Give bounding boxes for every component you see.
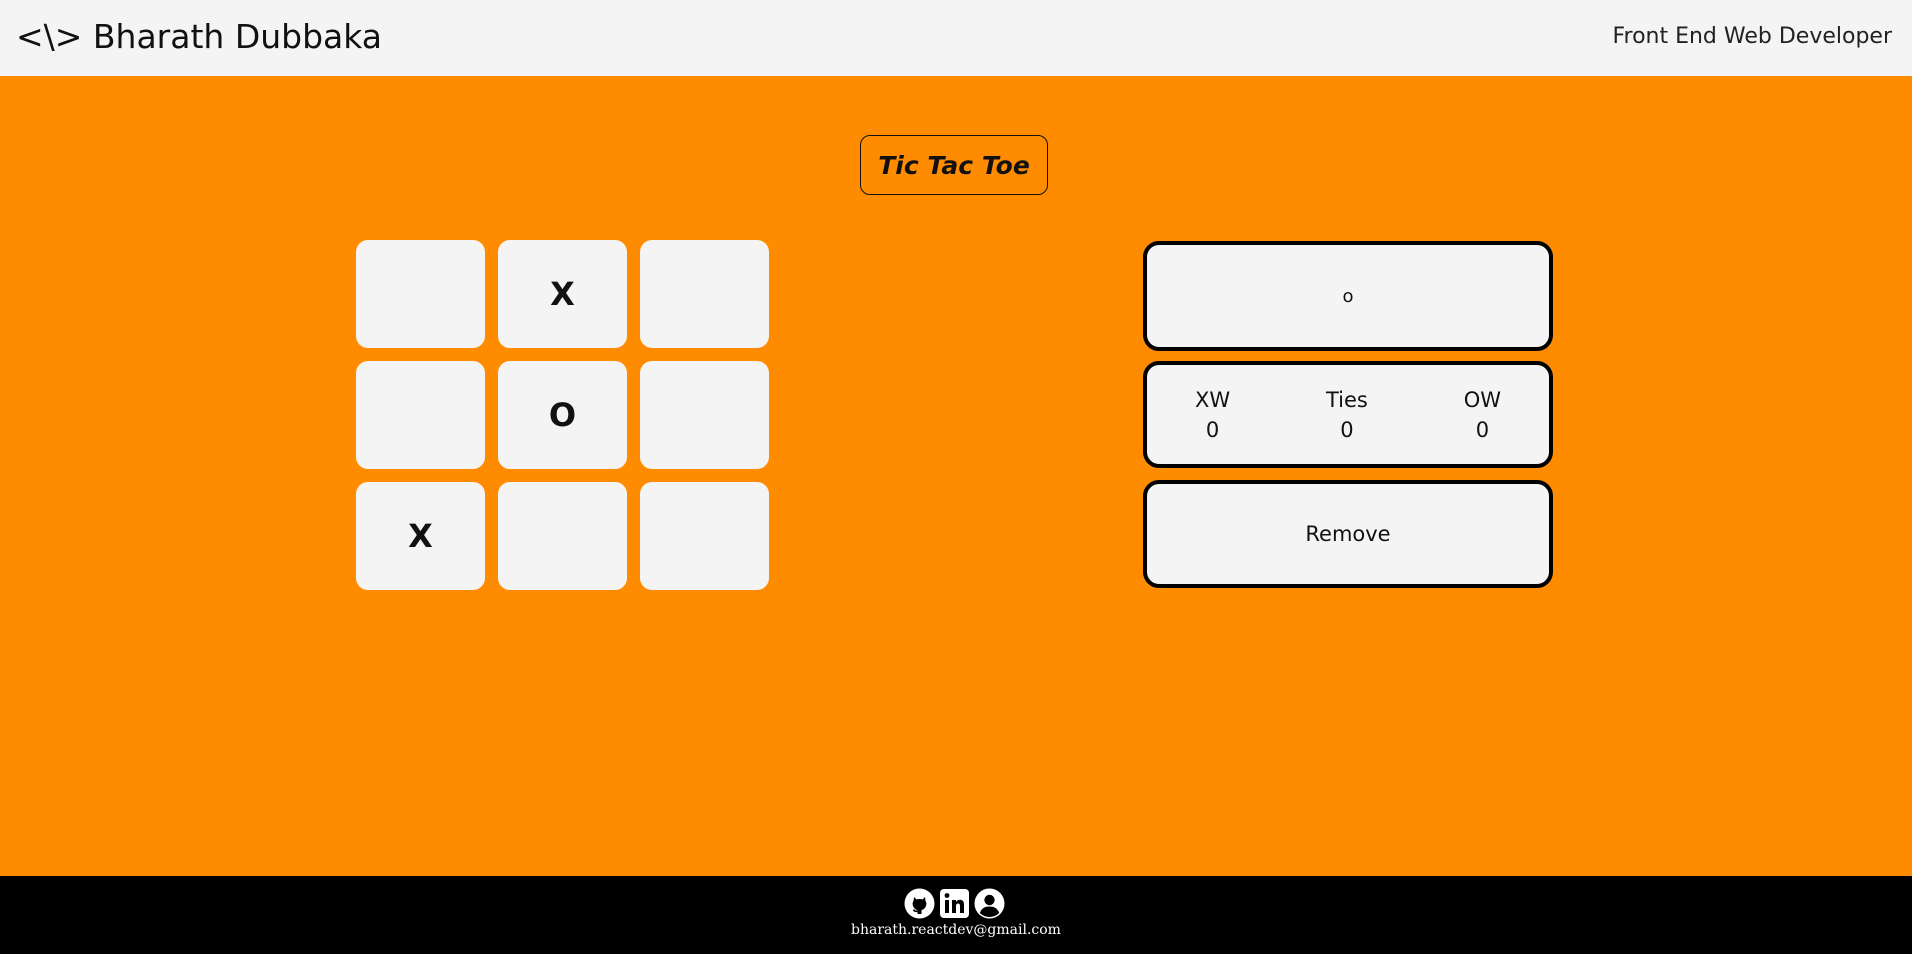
turn-value: o (1342, 285, 1354, 307)
contact-email[interactable]: bharath.reactdev@gmail.com (0, 922, 1912, 938)
board-cell-2[interactable]: X (498, 240, 627, 348)
github-icon[interactable] (904, 888, 935, 919)
linkedin-icon[interactable] (939, 888, 970, 919)
o-wins-value: 0 (1475, 417, 1490, 442)
x-wins-value: 0 (1205, 417, 1220, 442)
board-cell-4[interactable] (356, 361, 485, 469)
x-wins-label: XW (1194, 387, 1231, 412)
site-footer: bharath.reactdev@gmail.com (0, 876, 1912, 954)
o-wins-column: OW 0 (1464, 385, 1501, 445)
ties-value: 0 (1340, 417, 1354, 442)
game-title: Tic Tac Toe (860, 135, 1048, 195)
turn-indicator: o (1143, 241, 1553, 351)
o-wins-label: OW (1463, 387, 1502, 412)
board-cell-1[interactable] (356, 240, 485, 348)
board-cell-6[interactable] (640, 361, 769, 469)
remove-button[interactable]: Remove (1143, 480, 1553, 588)
scoreboard: XW 0 Ties 0 OW 0 (1143, 361, 1553, 468)
site-header: <\> Bharath Dubbaka Front End Web Develo… (0, 0, 1912, 76)
board-cell-3[interactable] (640, 240, 769, 348)
board-cell-8[interactable] (498, 482, 627, 590)
remove-button-label: Remove (1305, 522, 1391, 546)
profile-icon[interactable] (974, 888, 1005, 919)
social-links (904, 888, 1005, 919)
brand-name[interactable]: <\> Bharath Dubbaka (16, 17, 382, 57)
ties-column: Ties 0 (1326, 385, 1368, 445)
board-cell-5[interactable]: O (498, 361, 627, 469)
board-cell-9[interactable] (640, 482, 769, 590)
x-wins-column: XW 0 (1195, 385, 1230, 445)
board-cell-7[interactable]: X (356, 482, 485, 590)
ties-label: Ties (1325, 387, 1368, 412)
role-title: Front End Web Developer (1612, 24, 1892, 49)
